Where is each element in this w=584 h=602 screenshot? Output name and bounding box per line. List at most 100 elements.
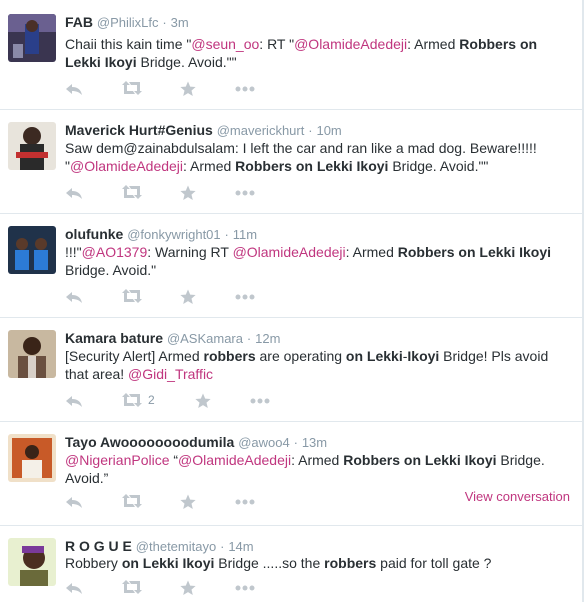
timestamp[interactable]: 11m	[233, 227, 257, 242]
text-segment: : Armed	[183, 158, 236, 174]
retweet-icon	[122, 185, 142, 199]
highlighted-text: Lekki Ikoyi	[65, 54, 137, 70]
highlighted-text: on Lekki Ikoyi	[121, 555, 215, 571]
tweet-text: Chaii this kain time "@seun_oo: RT "@Ola…	[65, 35, 570, 71]
reply-button[interactable]	[65, 185, 83, 201]
favorite-button[interactable]	[180, 289, 196, 305]
retweet-count: 2	[148, 393, 155, 407]
mention-link[interactable]: @OlamideAdedeji	[294, 36, 407, 52]
reply-button[interactable]	[65, 580, 83, 596]
highlighted-text: Robbers on Lekki Ikoyi	[397, 244, 552, 260]
display-name[interactable]: olufunke	[65, 226, 123, 242]
user-handle[interactable]: @awoo4	[238, 435, 290, 450]
more-icon	[235, 499, 255, 505]
text-segment: paid for toll gate ?	[376, 555, 492, 571]
favorite-button[interactable]	[180, 580, 196, 596]
separator-dot: ·	[246, 331, 252, 346]
user-handle[interactable]: @ASKamara	[167, 331, 243, 346]
avatar[interactable]	[8, 226, 56, 274]
favorite-icon	[180, 289, 196, 304]
reply-button[interactable]	[65, 393, 83, 409]
favorite-icon	[180, 81, 196, 96]
user-handle[interactable]: @thetemitayo	[136, 539, 216, 554]
separator-dot: ·	[220, 539, 225, 554]
highlighted-text: on Lekki	[345, 348, 403, 364]
more-button[interactable]	[235, 585, 255, 591]
more-icon	[235, 294, 255, 300]
avatar[interactable]	[8, 538, 56, 586]
text-segment: Robbery	[65, 555, 122, 571]
timeline: FAB @PhilixLfc · 3m Chaii this kain time…	[0, 0, 584, 602]
reply-button[interactable]	[65, 289, 83, 305]
display-name[interactable]: Maverick Hurt#Genius	[65, 122, 213, 138]
favorite-button[interactable]	[180, 185, 196, 201]
display-name[interactable]: R O G U E	[65, 538, 132, 554]
favorite-button[interactable]	[180, 81, 196, 97]
separator-dot: ·	[224, 227, 229, 242]
mention-link[interactable]: @OlamideAdedeji	[70, 158, 183, 174]
more-button[interactable]	[235, 190, 255, 196]
mention-link[interactable]: @OlamideAdedeji	[233, 244, 346, 260]
timestamp[interactable]: 14m	[228, 539, 253, 554]
reply-button[interactable]	[65, 494, 83, 510]
mention-link[interactable]: @NigerianPolice	[65, 452, 169, 468]
text-segment: “	[169, 452, 179, 468]
user-handle[interactable]: @fonkywright01	[127, 227, 220, 242]
display-name[interactable]: Kamara bature	[65, 330, 163, 346]
retweet-button[interactable]	[122, 580, 142, 594]
retweet-icon	[122, 81, 142, 95]
mention-link[interactable]: @OlamideAdedeji	[178, 452, 291, 468]
more-button[interactable]	[235, 499, 255, 505]
avatar[interactable]	[8, 330, 56, 378]
user-handle[interactable]: @PhilixLfc	[97, 15, 159, 30]
timestamp[interactable]: 3m	[171, 15, 189, 30]
more-button[interactable]	[250, 398, 270, 404]
favorite-icon	[180, 580, 196, 595]
display-name[interactable]: FAB	[65, 14, 93, 30]
tweet[interactable]: Kamara bature @ASKamara · 12m [Security …	[0, 318, 582, 422]
avatar[interactable]	[8, 434, 56, 482]
view-conversation-link[interactable]: View conversation	[465, 489, 570, 504]
retweet-button[interactable]: 2	[122, 393, 155, 407]
highlighted-text: robbers	[203, 348, 256, 364]
retweet-button[interactable]	[122, 81, 142, 95]
retweet-button[interactable]	[122, 494, 142, 508]
retweet-button[interactable]	[122, 185, 142, 199]
mention-link[interactable]: @Gidi_Traffic	[128, 366, 213, 382]
favorite-button[interactable]	[195, 393, 211, 409]
mention-link[interactable]: @AO1379	[82, 244, 148, 260]
tweet[interactable]: R O G U E @thetemitayo · 14m Robbery on …	[0, 526, 582, 602]
retweet-icon	[122, 393, 142, 407]
more-button[interactable]	[235, 86, 255, 92]
avatar[interactable]	[8, 14, 56, 62]
highlighted-text: Robbers on Lekki Ikoyi	[343, 452, 497, 468]
highlighted-text: robbers	[324, 555, 377, 571]
text-segment: Bridge. Avoid.""	[136, 54, 237, 70]
avatar[interactable]	[8, 122, 56, 170]
reply-button[interactable]	[65, 81, 83, 97]
favorite-button[interactable]	[180, 494, 196, 510]
mention-link[interactable]: @seun_oo	[191, 36, 259, 52]
highlighted-text: Robbers on Lekki Ikoyi	[235, 158, 389, 174]
tweet-text: Robbery on Lekki Ikoyi Bridge .....so th…	[65, 554, 570, 572]
favorite-icon	[195, 393, 211, 408]
tweet[interactable]: FAB @PhilixLfc · 3m Chaii this kain time…	[0, 0, 582, 110]
text-segment: [Security Alert] Armed	[65, 348, 204, 364]
tweet[interactable]: olufunke @fonkywright01 · 11m !!!"@AO137…	[0, 214, 582, 318]
text-segment: : Armed	[407, 36, 460, 52]
more-button[interactable]	[235, 294, 255, 300]
more-icon	[235, 585, 255, 591]
separator-dot: ·	[293, 435, 298, 450]
timestamp[interactable]: 10m	[316, 123, 341, 138]
reply-icon	[66, 188, 82, 199]
timestamp[interactable]: 12m	[255, 331, 280, 346]
user-handle[interactable]: @maverickhurt	[217, 123, 305, 138]
highlighted-text: Ikoyi	[407, 348, 440, 364]
timestamp[interactable]: 13m	[302, 435, 327, 450]
text-segment: are operating	[255, 348, 346, 364]
tweet[interactable]: Tayo Awoooooooodumila @awoo4 · 13m @Nige…	[0, 422, 582, 526]
retweet-button[interactable]	[122, 289, 142, 303]
tweet[interactable]: Maverick Hurt#Genius @maverickhurt · 10m…	[0, 110, 582, 214]
reply-icon	[66, 396, 82, 407]
display-name[interactable]: Tayo Awoooooooodumila	[65, 434, 234, 450]
